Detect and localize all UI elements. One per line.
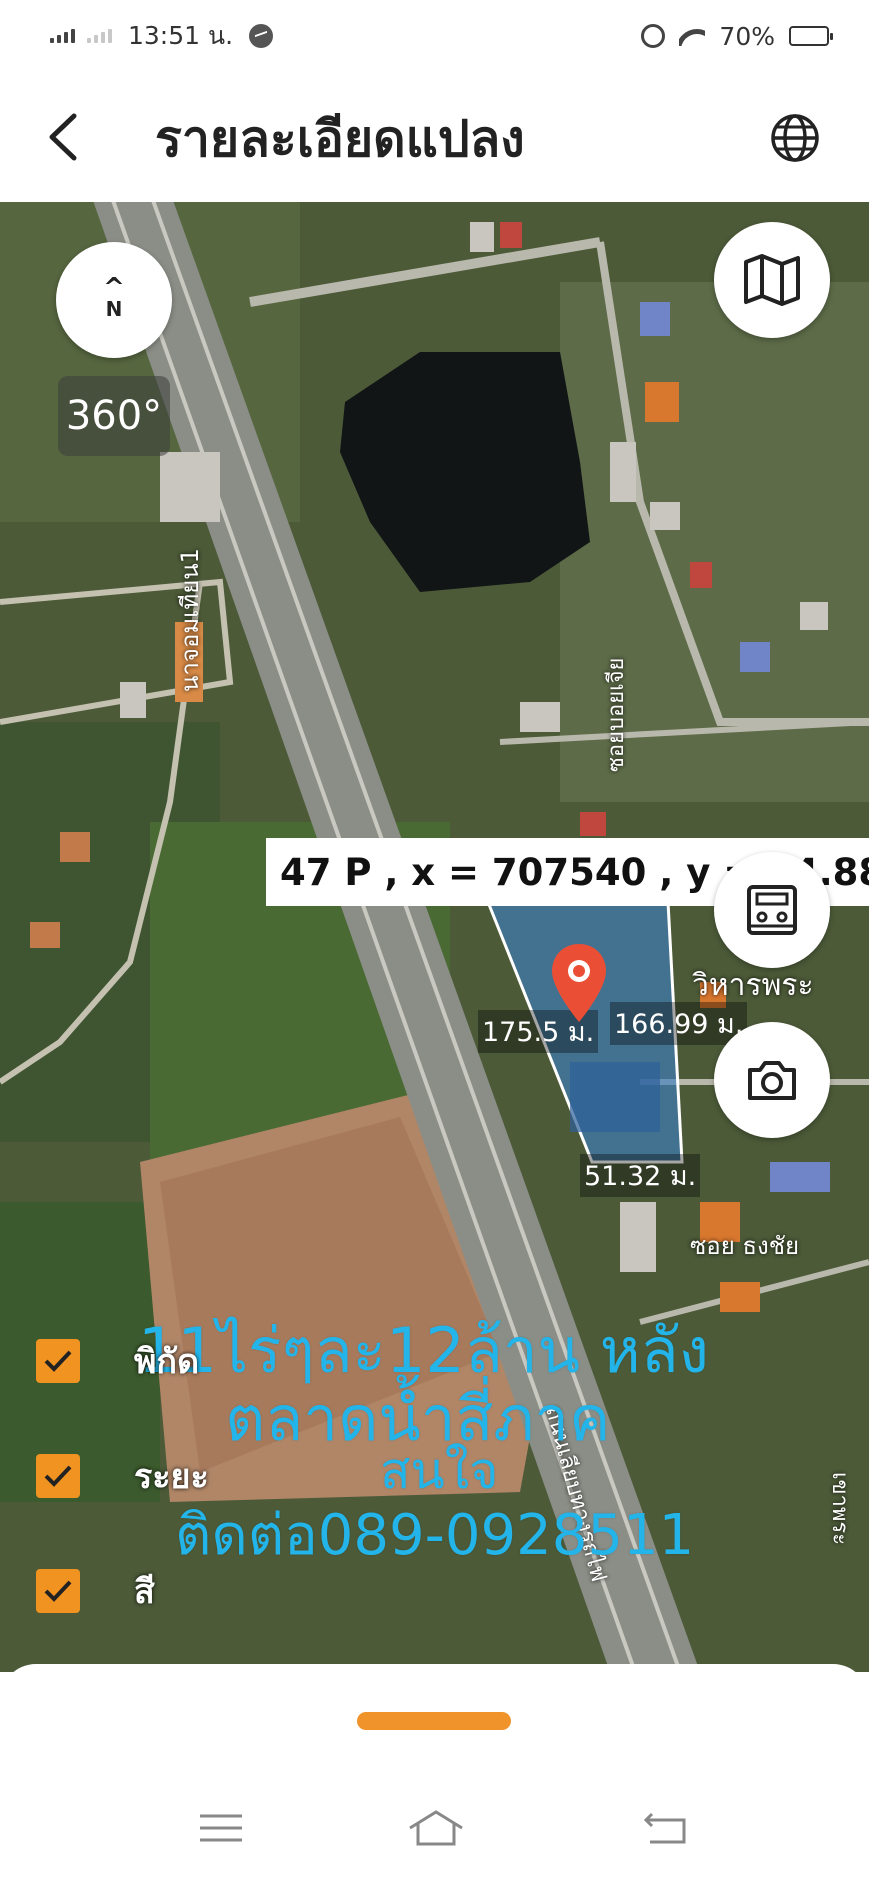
camera-button[interactable] — [714, 1022, 830, 1138]
road-label-right: เขาพระ — [827, 1472, 852, 1546]
wifi-icon — [679, 26, 705, 46]
map-view[interactable]: นาจอมเทียน1 ซอยบอยเจีย วิหารพระ ซอย ธงชั… — [0, 202, 869, 1672]
layer-label-distance: ระยะ — [134, 1457, 209, 1497]
compass-arrow-icon: ^ — [103, 273, 125, 303]
back-arrow-icon[interactable] — [40, 110, 94, 164]
battery-icon — [789, 26, 833, 46]
dimension-label-bottom: 51.32 ม. — [580, 1154, 701, 1197]
compass-north-label: N — [105, 297, 123, 321]
checkbox-checked-icon[interactable] — [36, 1454, 80, 1498]
sheet-drag-handle[interactable] — [357, 1712, 511, 1730]
dimension-label-right: 166.99 ม. — [610, 1002, 748, 1045]
calculator-icon — [747, 885, 797, 935]
back-nav-icon[interactable] — [640, 1808, 690, 1848]
messenger-icon — [249, 24, 274, 48]
layer-toggle-coordinate[interactable]: พิกัด — [36, 1334, 199, 1388]
status-time: 13:51 น. — [128, 21, 234, 50]
compass-button[interactable]: ^ N — [56, 242, 172, 358]
signal-icon — [50, 29, 75, 43]
road-label-left: นาจอมเทียน1 — [176, 548, 204, 692]
area-calculator-button[interactable] — [714, 852, 830, 968]
status-bar: 13:51 น. 70% — [0, 0, 869, 72]
signal-icon-secondary — [87, 29, 112, 43]
location-pin-icon — [552, 944, 606, 1022]
globe-icon[interactable] — [769, 112, 821, 164]
page-title: รายละเอียดแปลง — [155, 110, 525, 168]
alarm-icon — [641, 24, 666, 48]
overlay-line-4: ติดต่อ089-0928511 — [175, 1503, 695, 1568]
layer-toggle-color[interactable]: สี — [36, 1564, 155, 1618]
home-icon[interactable] — [406, 1808, 466, 1848]
checkbox-checked-icon[interactable] — [36, 1339, 80, 1383]
checkbox-checked-icon[interactable] — [36, 1569, 80, 1613]
view-360-button[interactable]: 360° — [58, 376, 170, 456]
layer-label-coordinate: พิกัด — [134, 1342, 200, 1382]
system-nav-bar — [0, 1794, 869, 1864]
road-label-top: ซอยบอยเจีย — [604, 657, 629, 772]
layer-label-color: สี — [134, 1572, 155, 1612]
menu-icon[interactable] — [196, 1808, 246, 1848]
layer-toggle-distance[interactable]: ระยะ — [36, 1449, 209, 1503]
map-icon — [744, 254, 800, 306]
soi-label: ซอย ธงชัย — [690, 1232, 800, 1260]
app-header: รายละเอียดแปลง — [0, 72, 869, 202]
screen: 13:51 น. 70% รายละเอียดแปลง นาจอมเทียน1 … — [0, 0, 869, 1883]
battery-percent: 70% — [719, 21, 775, 51]
bottom-sheet[interactable] — [0, 1664, 869, 1883]
camera-icon — [748, 1061, 796, 1100]
map-layer-button[interactable] — [714, 222, 830, 338]
